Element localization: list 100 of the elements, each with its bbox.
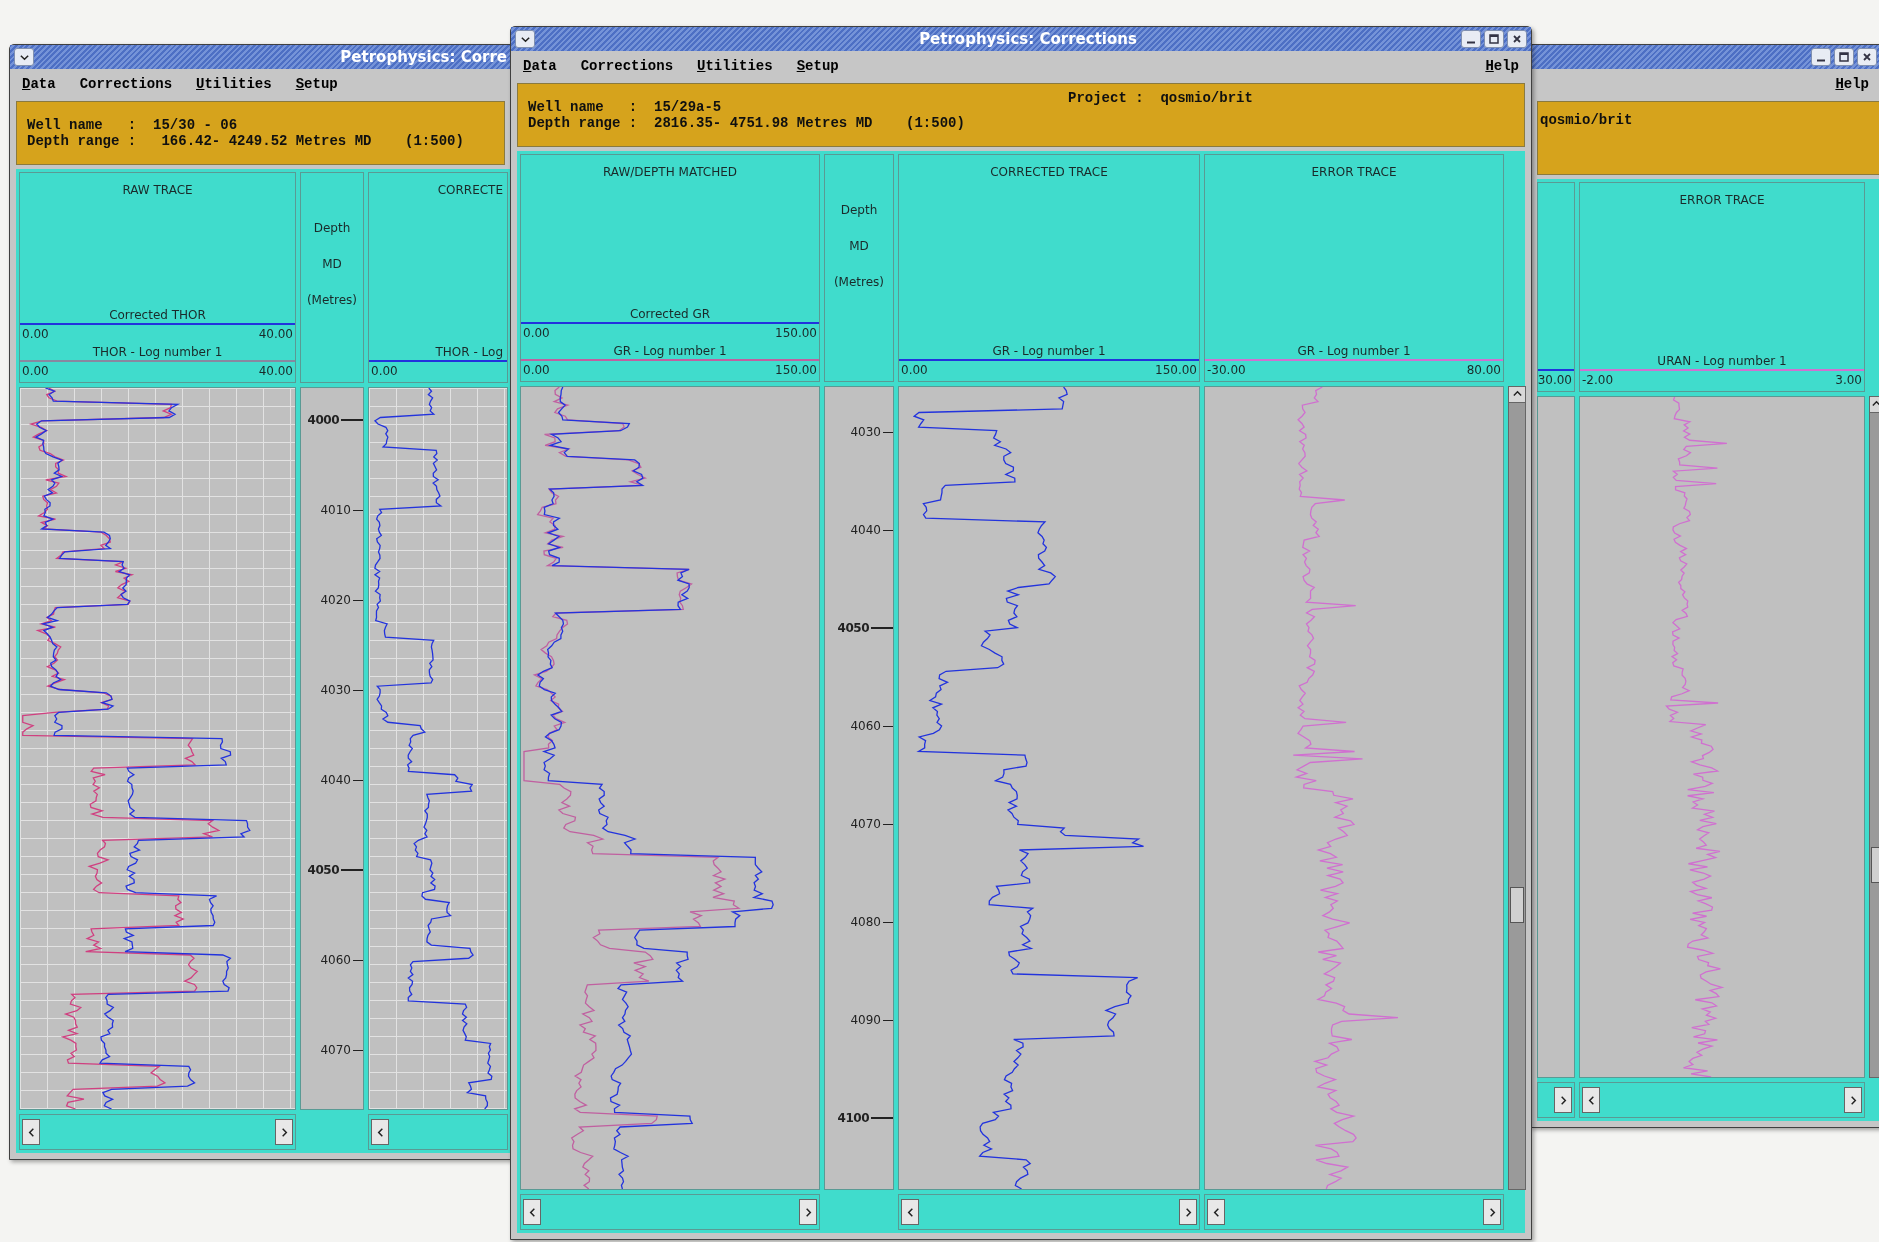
- scale-max: 80.00: [1466, 363, 1501, 377]
- curve-name: THOR - Log number 1: [91, 345, 224, 359]
- menu-item[interactable]: Setup: [295, 76, 338, 92]
- project-text: qosmio/brit: [1540, 112, 1633, 128]
- scroll-left-button[interactable]: [371, 1119, 389, 1145]
- depth-tick: 4050: [837, 621, 893, 635]
- track-title: CORRECTED TRACE: [989, 165, 1109, 179]
- scale-min: 0.00: [22, 364, 49, 378]
- scroll-right-button[interactable]: [1483, 1199, 1501, 1225]
- curve-name: GR - Log number 1: [991, 344, 1107, 358]
- scrollbar[interactable]: [19, 1114, 296, 1150]
- depth-tick: 4100: [837, 1111, 893, 1125]
- minimize-icon: [1466, 40, 1476, 44]
- depth-tick: 4060: [320, 953, 363, 967]
- menu-item[interactable]: Help: [1485, 58, 1519, 74]
- window-menu-button[interactable]: [14, 48, 34, 66]
- scroll-up-button[interactable]: [1509, 387, 1525, 403]
- scroll-left-button[interactable]: [901, 1199, 919, 1225]
- curve-name: URAN - Log number 1: [1656, 354, 1788, 368]
- depth-tick: 4050: [307, 863, 363, 877]
- scrollbar[interactable]: [1537, 1082, 1575, 1118]
- menu-item[interactable]: Data: [523, 58, 557, 74]
- scale-min: 0.00: [901, 363, 928, 377]
- scroll-right-button[interactable]: [1844, 1087, 1862, 1113]
- scroll-left-button[interactable]: [1207, 1199, 1225, 1225]
- well-info-text: Depth range : 2816.35- 4751.98 Metres MD (1:500): [528, 115, 966, 131]
- maximize-icon: [1839, 52, 1849, 62]
- depth-label: MD: [849, 239, 869, 253]
- maximize-button[interactable]: [1484, 30, 1504, 48]
- menu-item[interactable]: Utilities: [196, 76, 272, 92]
- menu-item[interactable]: Corrections: [580, 58, 674, 74]
- scale-max: 40.00: [258, 364, 293, 378]
- scroll-left-button[interactable]: [523, 1199, 541, 1225]
- well-info-text: Well name : 15/30 - 06: [27, 117, 239, 133]
- scroll-thumb[interactable]: [1510, 887, 1524, 923]
- depth-label: (Metres): [306, 293, 358, 307]
- track-title: ERROR TRACE: [1678, 193, 1766, 207]
- close-icon: [1862, 52, 1872, 62]
- scrollbar[interactable]: [368, 1114, 508, 1150]
- minimize-button[interactable]: [1811, 48, 1831, 66]
- scale-min: 0.00: [523, 326, 550, 340]
- curve-name: GR - Log number 1: [612, 344, 728, 358]
- scale-min: 0.00: [22, 327, 49, 341]
- depth-label: Depth: [840, 203, 878, 217]
- close-button[interactable]: [1507, 30, 1527, 48]
- curve-name: GR - Log number 1: [1296, 344, 1412, 358]
- menu-item[interactable]: Help: [1835, 76, 1869, 92]
- scroll-left-button[interactable]: [1582, 1087, 1600, 1113]
- project-text: Project : qosmio/brit: [1068, 90, 1253, 106]
- menu-item[interactable]: Data: [22, 76, 56, 92]
- depth-tick: 4040: [320, 773, 363, 787]
- minimize-icon: [1816, 58, 1826, 62]
- scroll-right-button[interactable]: [1554, 1087, 1572, 1113]
- track-title: CORRECTE: [436, 183, 504, 197]
- depth-tick: 4010: [320, 503, 363, 517]
- track-title: RAW/DEPTH MATCHED: [602, 165, 738, 179]
- depth-tick: 4070: [320, 1043, 363, 1057]
- track-title: RAW TRACE: [121, 183, 194, 197]
- menu-item[interactable]: Corrections: [79, 76, 173, 92]
- depth-label: Depth: [313, 221, 351, 235]
- minimize-button[interactable]: [1461, 30, 1481, 48]
- scroll-thumb[interactable]: [1871, 847, 1879, 883]
- menu-item[interactable]: Utilities: [697, 58, 773, 74]
- track-title: ERROR TRACE: [1310, 165, 1398, 179]
- depth-label: (Metres): [833, 275, 885, 289]
- scroll-right-button[interactable]: [275, 1119, 293, 1145]
- menu-item[interactable]: Setup: [796, 58, 839, 74]
- close-icon: [1512, 34, 1522, 44]
- scroll-right-button[interactable]: [799, 1199, 817, 1225]
- scroll-left-button[interactable]: [22, 1119, 40, 1145]
- scale-max: 3.00: [1835, 373, 1862, 387]
- window-title: Petrophysics: Corrections: [918, 30, 1137, 48]
- curve-name: Corrected GR: [628, 307, 712, 321]
- scroll-up-button[interactable]: [1870, 397, 1879, 413]
- scrollbar[interactable]: [1204, 1194, 1504, 1230]
- close-button[interactable]: [1857, 48, 1877, 66]
- window-menu-button[interactable]: [515, 30, 535, 48]
- scrollbar[interactable]: [898, 1194, 1200, 1230]
- depth-label: MD: [322, 257, 342, 271]
- depth-tick: 4020: [320, 593, 363, 607]
- scrollbar[interactable]: [1508, 386, 1526, 1190]
- scrollbar[interactable]: [520, 1194, 820, 1230]
- well-info-text: Depth range : 166.42- 4249.52 Metres MD (1:500): [27, 133, 464, 149]
- maximize-button[interactable]: [1834, 48, 1854, 66]
- curve-name: Corrected THOR: [108, 308, 207, 322]
- depth-tick: 4080: [850, 915, 893, 929]
- depth-tick: 4000: [307, 413, 363, 427]
- depth-tick: 4030: [320, 683, 363, 697]
- well-info-text: Well name : 15/29a-5: [528, 99, 723, 115]
- scroll-right-button[interactable]: [1179, 1199, 1197, 1225]
- scrollbar[interactable]: [1869, 396, 1879, 1078]
- scale-min: 0.00: [371, 364, 398, 378]
- depth-tick: 4030: [850, 425, 893, 439]
- scrollbar[interactable]: [1579, 1082, 1865, 1118]
- scale-max: 30.00: [1537, 373, 1572, 387]
- depth-tick: 4070: [850, 817, 893, 831]
- depth-tick: 4060: [850, 719, 893, 733]
- scale-min: -30.00: [1207, 363, 1246, 377]
- scale-max: 150.00: [775, 363, 817, 377]
- scale-max: 40.00: [258, 327, 293, 341]
